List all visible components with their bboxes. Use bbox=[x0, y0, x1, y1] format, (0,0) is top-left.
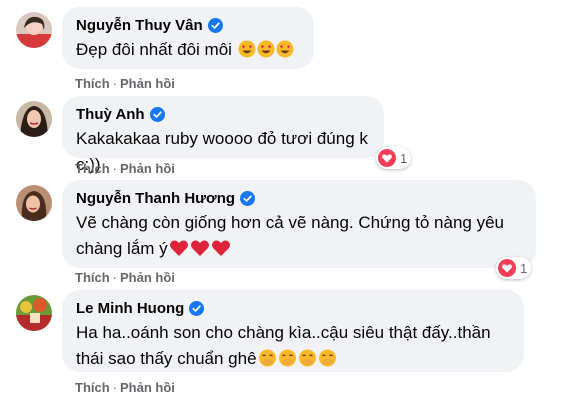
reaction-count: 1 bbox=[520, 260, 528, 276]
like-link[interactable]: Thích bbox=[75, 380, 110, 395]
love-reaction-icon bbox=[498, 259, 516, 277]
heart-eyes-emoji-icon bbox=[237, 40, 294, 59]
verified-badge-icon bbox=[149, 106, 165, 122]
verified-badge-icon bbox=[189, 300, 205, 316]
comment-bubble: Nguyễn Thuy Vân Đẹp đôi nhất đôi môi bbox=[62, 7, 314, 69]
comment-text: Đẹp đôi nhất đôi môi bbox=[76, 37, 300, 63]
avatar[interactable] bbox=[16, 185, 52, 221]
avatar[interactable] bbox=[16, 12, 52, 48]
reaction-count-badge[interactable]: 1 bbox=[376, 147, 412, 169]
comment-text: Vẽ chàng còn giống hơn cả vẽ nàng. Chứng… bbox=[76, 213, 505, 258]
reply-link[interactable]: Phản hồi bbox=[120, 76, 175, 91]
like-link[interactable]: Thích bbox=[75, 76, 110, 91]
commenter-name[interactable]: Thuỳ Anh bbox=[76, 106, 145, 123]
laughing-hand-over-mouth-emoji-icon bbox=[257, 349, 337, 368]
reaction-count: 1 bbox=[400, 150, 408, 166]
verified-badge-icon bbox=[207, 17, 223, 33]
reply-link[interactable]: Phản hồi bbox=[120, 380, 175, 395]
comment-actions: Thích · Phản hồi bbox=[75, 161, 175, 176]
avatar[interactable] bbox=[16, 295, 52, 331]
commenter-name[interactable]: Nguyễn Thuy Vân bbox=[76, 17, 203, 34]
comment-actions: Thích · Phản hồi bbox=[75, 380, 175, 395]
like-link[interactable]: Thích bbox=[75, 161, 110, 176]
verified-badge-icon bbox=[240, 190, 256, 206]
comment-actions: Thích · Phản hồi bbox=[75, 76, 175, 91]
comment-actions: Thích · Phản hồi bbox=[75, 270, 175, 285]
red-heart-emoji-icon bbox=[168, 239, 231, 258]
comment-bubble: Nguyễn Thanh Hương Vẽ chàng còn giống hơ… bbox=[62, 180, 536, 268]
comment-bubble: Le Minh Huong Ha ha..oánh son cho chàng … bbox=[62, 290, 524, 372]
comment-text: Ha ha..oánh son cho chàng kìa..cậu siêu … bbox=[76, 323, 491, 368]
reply-link[interactable]: Phản hồi bbox=[120, 161, 175, 176]
reply-link[interactable]: Phản hồi bbox=[120, 270, 175, 285]
love-reaction-icon bbox=[378, 149, 396, 167]
avatar[interactable] bbox=[16, 101, 52, 137]
comment-bubble: Thuỳ Anh Kakakakaa ruby woooo đỏ tươi đú… bbox=[62, 96, 384, 174]
like-link[interactable]: Thích bbox=[75, 270, 110, 285]
reaction-count-badge[interactable]: 1 bbox=[496, 257, 532, 279]
commenter-name[interactable]: Nguyễn Thanh Hương bbox=[76, 190, 235, 207]
commenter-name[interactable]: Le Minh Huong bbox=[76, 300, 184, 317]
